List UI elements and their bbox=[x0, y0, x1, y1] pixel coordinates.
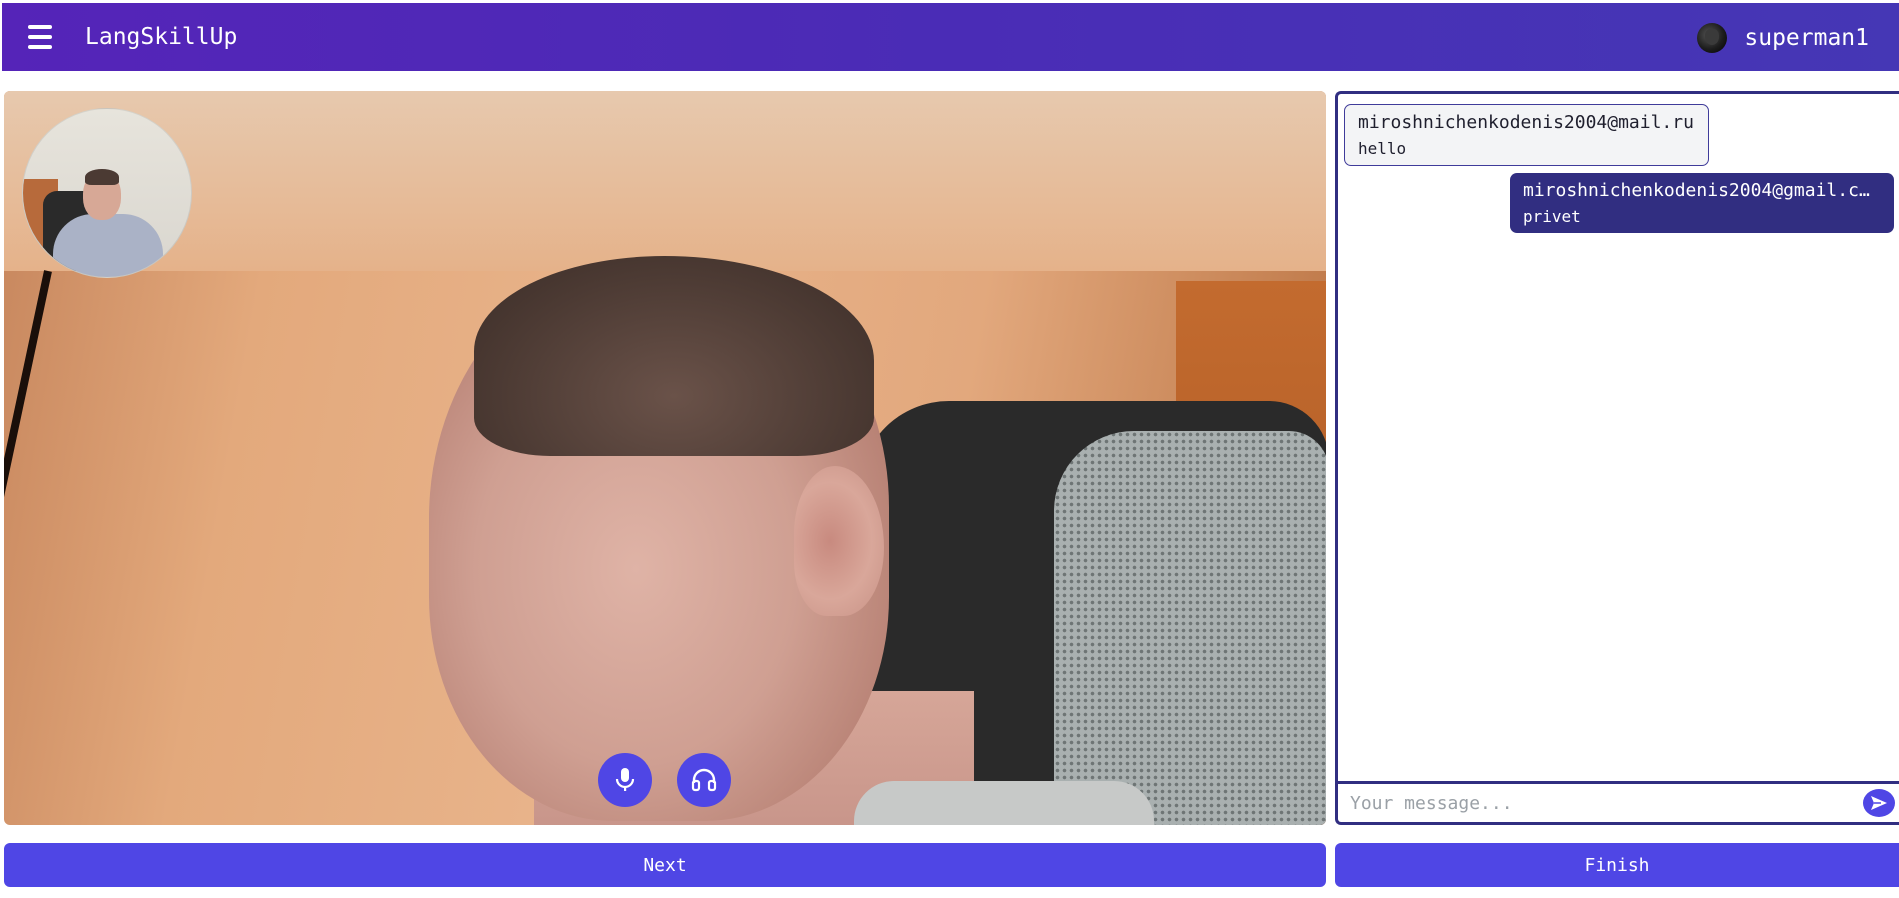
app-title[interactable]: LangSkillUp bbox=[85, 23, 237, 51]
message-author: miroshnichenkodenis2004@gmail.c… bbox=[1523, 180, 1870, 201]
call-controls bbox=[598, 753, 731, 807]
chat-message-incoming: miroshnichenkodenis2004@mail.ru hello bbox=[1344, 104, 1709, 166]
video-person-hair bbox=[474, 256, 874, 456]
video-door-edge bbox=[4, 270, 52, 820]
message-text: privet bbox=[1523, 207, 1581, 226]
hamburger-menu-icon[interactable] bbox=[28, 25, 56, 49]
top-app-bar: LangSkillUp superman1 bbox=[2, 3, 1899, 71]
user-profile[interactable]: superman1 bbox=[1697, 23, 1869, 53]
headphones-icon bbox=[691, 768, 717, 792]
self-view-body bbox=[53, 214, 163, 277]
finish-button[interactable]: Finish bbox=[1335, 843, 1899, 887]
chat-message-input[interactable] bbox=[1338, 785, 1863, 821]
self-view-hair bbox=[85, 169, 119, 185]
send-icon bbox=[1871, 796, 1887, 810]
username[interactable]: superman1 bbox=[1744, 24, 1869, 52]
video-background bbox=[4, 91, 1326, 271]
avatar[interactable] bbox=[1697, 23, 1728, 53]
microphone-button[interactable] bbox=[598, 753, 652, 807]
microphone-icon bbox=[615, 768, 635, 791]
self-video-preview bbox=[22, 108, 192, 278]
chat-message-outgoing: miroshnichenkodenis2004@gmail.c… privet bbox=[1510, 173, 1894, 233]
remote-video bbox=[4, 91, 1326, 825]
next-button[interactable]: Next bbox=[4, 843, 1326, 887]
video-chair-mesh bbox=[1054, 431, 1326, 825]
headphones-button[interactable] bbox=[677, 753, 731, 807]
video-person-shirt bbox=[854, 781, 1154, 825]
chat-panel: miroshnichenkodenis2004@mail.ru hello mi… bbox=[1335, 91, 1899, 825]
message-text: hello bbox=[1358, 139, 1407, 158]
message-author: miroshnichenkodenis2004@mail.ru bbox=[1358, 112, 1694, 133]
send-button[interactable] bbox=[1863, 789, 1895, 817]
chat-composer bbox=[1338, 781, 1899, 822]
